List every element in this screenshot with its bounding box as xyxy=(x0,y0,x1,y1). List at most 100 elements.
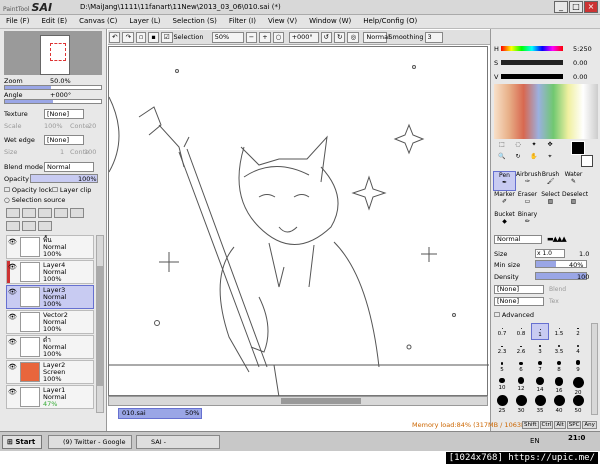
maximize-icon[interactable]: □ xyxy=(569,1,583,13)
zoom-tool-icon[interactable]: 🔍 xyxy=(494,153,510,165)
rotate-tool-icon[interactable]: ↻ xyxy=(510,153,526,165)
taskbar-item-twitter[interactable]: (9) Twitter - Google C... xyxy=(48,435,132,458)
brush-size-preset[interactable]: 0.7 xyxy=(493,323,511,340)
layer-row[interactable]: 👁 Layer3 Normal 100% xyxy=(6,285,94,309)
new-folder-icon[interactable] xyxy=(38,208,52,218)
delete-layer-icon[interactable] xyxy=(38,221,52,231)
brush-size-preset[interactable]: 1 xyxy=(531,323,549,340)
close-icon[interactable]: × xyxy=(584,1,598,13)
water-tool[interactable]: Water ✎ xyxy=(562,171,585,191)
layer-scroll-thumb[interactable] xyxy=(97,266,103,386)
selection-checkbox[interactable]: ☑ xyxy=(160,32,173,43)
marker-tool[interactable]: Marker ✐ xyxy=(493,191,516,211)
merge-down-icon[interactable] xyxy=(6,221,20,231)
hand-icon[interactable]: ✋ xyxy=(526,153,542,165)
smoothing-select[interactable]: 3 xyxy=(424,32,443,43)
brush-shape-icons[interactable]: ▬▲▲▲ xyxy=(547,235,567,243)
taskbar-item-sai[interactable]: SAI - D:\MaiJang\1111\... xyxy=(136,435,220,458)
brush-size-preset[interactable]: 1.5 xyxy=(550,323,568,340)
brush-size-preset[interactable]: 40 xyxy=(550,395,568,414)
new-vector-layer-icon[interactable] xyxy=(22,208,36,218)
menu-view[interactable]: View (V) xyxy=(262,15,303,25)
menu-selection[interactable]: Selection (S) xyxy=(167,15,223,25)
selection-source-checkbox[interactable]: ○ xyxy=(4,196,10,204)
menu-filter[interactable]: Filter (I) xyxy=(223,15,262,25)
eye-icon[interactable]: 👁 xyxy=(8,388,18,397)
menu-help[interactable]: Help/Config (O) xyxy=(357,15,423,25)
zoom-out-icon[interactable]: − xyxy=(245,32,258,43)
brush-size-preset[interactable]: 12 xyxy=(512,377,530,394)
airbrush-tool[interactable]: Airbrush ✑ xyxy=(516,171,541,191)
select-tool[interactable]: Select ▧ xyxy=(539,191,562,211)
brush-size-preset[interactable]: 2.6 xyxy=(512,341,530,358)
brush-mode-select[interactable]: Normal xyxy=(494,235,542,244)
brush-size-preset[interactable]: 50 xyxy=(569,395,587,414)
document-tab[interactable]: 010.sai 50% xyxy=(118,408,202,419)
brush-size-preset[interactable]: 7 xyxy=(531,359,549,376)
pen-tool[interactable]: Pen ✒ xyxy=(493,171,516,191)
brush-size-preset[interactable]: 9 xyxy=(569,359,587,376)
eye-icon[interactable]: 👁 xyxy=(8,238,18,247)
layer-clip-checkbox[interactable]: ☐ xyxy=(52,186,58,194)
value-slider[interactable] xyxy=(501,74,563,79)
eraser-tool[interactable]: Eraser ▭ xyxy=(516,191,539,211)
brush-size-preset[interactable]: 0.8 xyxy=(512,323,530,340)
secondary-color[interactable] xyxy=(581,155,593,167)
brush-size-preset[interactable]: 5 xyxy=(493,359,511,376)
layer-row[interactable]: 👁 Vector2 Normal 100% xyxy=(6,310,94,334)
magic-wand-icon[interactable]: ✦ xyxy=(526,141,542,153)
navigator-preview[interactable] xyxy=(4,31,102,75)
angle-slider[interactable] xyxy=(4,99,102,104)
canvas-hscrollbar[interactable] xyxy=(108,396,488,406)
mode-select[interactable]: Normal xyxy=(363,32,390,43)
zoom-slider[interactable] xyxy=(4,85,102,90)
hue-slider[interactable] xyxy=(501,46,563,51)
rotate-left-icon[interactable]: ↺ xyxy=(320,32,333,43)
zoom-in-icon[interactable]: + xyxy=(259,32,271,43)
advanced-checkbox[interactable]: ☐ xyxy=(494,311,500,319)
new-layer-icon[interactable] xyxy=(6,208,20,218)
eye-icon[interactable]: 👁 xyxy=(8,288,18,297)
opacity-lock-checkbox[interactable]: ☐ xyxy=(4,186,10,194)
copy-layer-icon[interactable] xyxy=(54,208,68,218)
layer-row[interactable]: 👁 Layer2 Screen 100% xyxy=(6,360,94,384)
lasso-icon[interactable]: ◌ xyxy=(510,141,526,153)
menu-canvas[interactable]: Canvas (C) xyxy=(73,15,123,25)
brush-size-preset[interactable]: 25 xyxy=(493,395,511,414)
brush-size-preset[interactable]: 14 xyxy=(531,377,549,394)
menu-window[interactable]: Window (W) xyxy=(303,15,357,25)
start-button[interactable]: ⊞ Start xyxy=(2,435,42,449)
rotate-reset-icon[interactable]: ◎ xyxy=(347,32,360,43)
primary-color[interactable] xyxy=(571,141,585,155)
brush-tool[interactable]: Brush 🖌 xyxy=(539,171,562,191)
brush-size-preset[interactable]: 30 xyxy=(512,395,530,414)
select-tool-icon[interactable]: ⬚ xyxy=(494,141,510,153)
canvas[interactable] xyxy=(108,46,489,398)
eyedropper-icon[interactable]: ⌖ xyxy=(542,153,558,165)
brush-presets-scrollbar[interactable] xyxy=(591,323,598,415)
invert-icon[interactable]: ▪ xyxy=(148,32,159,43)
clear-layer-icon[interactable] xyxy=(22,221,36,231)
angle-field[interactable]: +000° xyxy=(288,32,319,43)
binary-tool[interactable]: Binary ✏ xyxy=(516,211,539,231)
brush-size-preset[interactable]: 8 xyxy=(550,359,568,376)
canvas-hscroll-thumb[interactable] xyxy=(281,398,361,404)
blend-mode-select[interactable]: Normal xyxy=(44,162,94,172)
menu-edit[interactable]: Edit (E) xyxy=(35,15,73,25)
saturation-slider[interactable] xyxy=(501,60,563,65)
deselect-icon[interactable]: ▫ xyxy=(135,32,147,43)
layer-mask-icon[interactable] xyxy=(70,208,84,218)
brush-size-preset[interactable]: 20 xyxy=(569,377,587,396)
move-icon[interactable]: ✥ xyxy=(542,141,558,153)
rotate-right-icon[interactable]: ↻ xyxy=(334,32,346,43)
brush-size-preset[interactable]: 2 xyxy=(569,323,587,340)
minimize-icon[interactable]: _ xyxy=(554,1,568,13)
redo-icon[interactable]: ↷ xyxy=(122,32,134,43)
brush-size-preset[interactable]: 10 xyxy=(493,377,511,394)
eye-icon[interactable]: 👁 xyxy=(8,313,18,322)
color-swatches[interactable] xyxy=(494,84,598,139)
zoom-field[interactable]: 50% xyxy=(211,32,244,43)
navigator-viewport[interactable] xyxy=(50,43,66,61)
bucket-tool[interactable]: Bucket ◆ xyxy=(493,211,516,231)
layer-row[interactable]: 👁 Layer1 Normal 47% xyxy=(6,385,94,409)
